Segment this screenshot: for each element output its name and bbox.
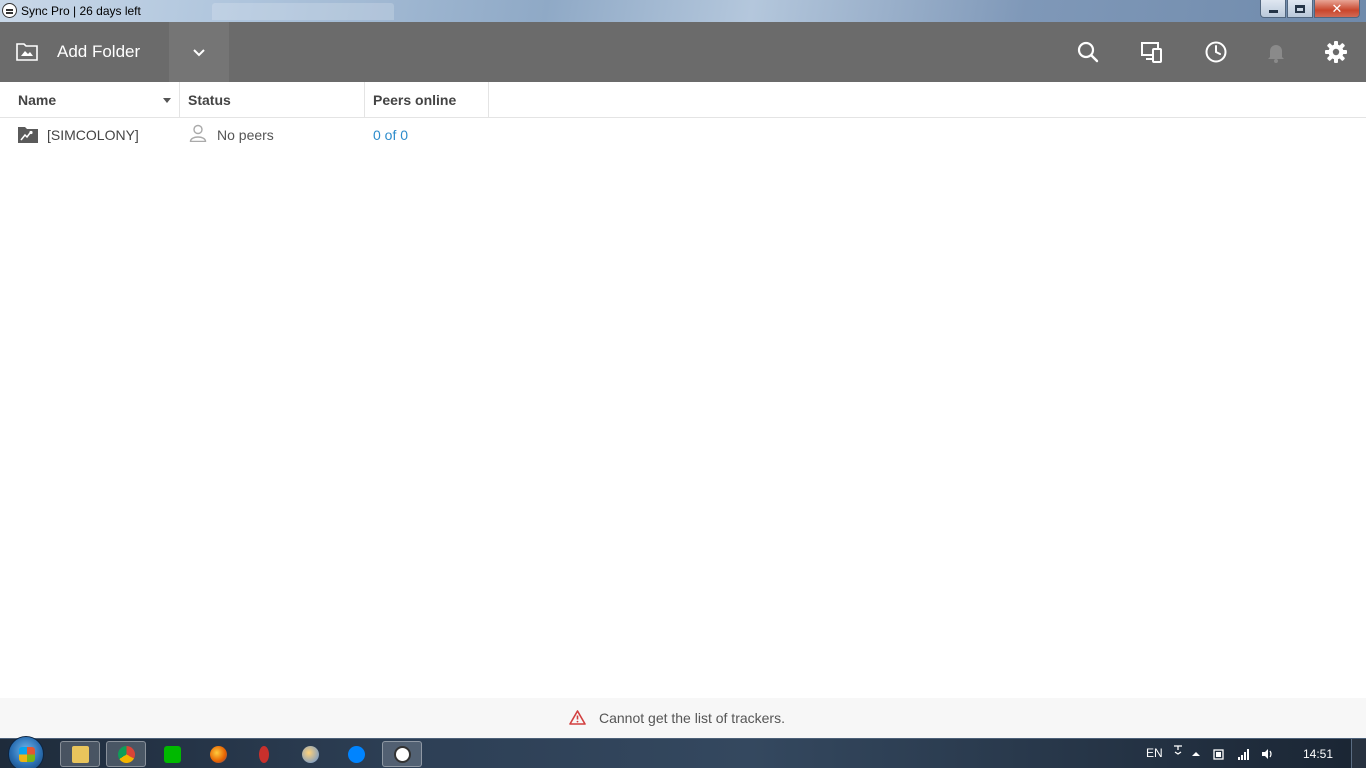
taskbar-chat-app[interactable] [152, 741, 192, 767]
firefox-icon [209, 745, 227, 763]
maximize-button[interactable] [1287, 0, 1313, 18]
column-header-name[interactable]: Name [0, 82, 180, 118]
chat-app-icon [163, 745, 181, 763]
window-title-bar: Sync Pro | 26 days left ✕ [0, 0, 1366, 22]
window-title: Sync Pro | 26 days left [21, 4, 141, 18]
taskbar-chrome[interactable] [106, 741, 146, 767]
settings-button[interactable] [1324, 40, 1348, 64]
show-desktop-button[interactable] [1351, 739, 1366, 768]
notifications-icon [1268, 45, 1284, 63]
show-hidden-icons-icon[interactable] [1190, 748, 1202, 760]
add-folder-label: Add Folder [57, 42, 141, 61]
close-icon: ✕ [1331, 0, 1343, 16]
folder-icon [18, 127, 38, 143]
devices-icon [1141, 42, 1162, 63]
os-taskbar: EN 14:51 [0, 736, 1366, 768]
taskbar-utility-app[interactable] [244, 741, 284, 767]
close-button[interactable]: ✕ [1314, 0, 1360, 18]
folder-name[interactable]: [SIMCOLONY] [47, 127, 139, 143]
battery-icon[interactable] [1213, 748, 1225, 760]
taskbar-sync-app[interactable] [382, 741, 422, 767]
folder-row[interactable]: [SIMCOLONY] No peers 0 of 0 [0, 118, 1366, 152]
warning-icon [569, 710, 586, 725]
sync-app-icon [393, 745, 411, 763]
column-header-status[interactable]: Status [180, 82, 365, 118]
keyboard-layout-icon[interactable] [1172, 743, 1184, 755]
search-icon [1077, 41, 1099, 63]
volume-icon[interactable] [1261, 748, 1273, 760]
messenger-icon [347, 745, 365, 763]
taskbar-messenger[interactable] [336, 741, 376, 767]
history-button[interactable] [1204, 40, 1228, 64]
sync-app-logo-icon [2, 3, 17, 18]
file-explorer-icon [71, 745, 89, 763]
status-message: Cannot get the list of trackers. [599, 710, 785, 726]
background-browser-tab [212, 3, 394, 20]
window-controls: ✕ [1259, 0, 1360, 18]
search-button[interactable] [1076, 40, 1100, 64]
minimize-button[interactable] [1260, 0, 1286, 18]
taskbar-browser-app[interactable] [290, 741, 330, 767]
folder-status: No peers [217, 127, 274, 143]
start-button[interactable] [8, 736, 44, 768]
folder-list-header: Name Status Peers online [0, 82, 1366, 118]
browser-app-icon [301, 745, 319, 763]
person-icon [189, 124, 207, 142]
add-folder-dropdown-button[interactable] [169, 22, 229, 82]
settings-icon [1325, 41, 1347, 63]
column-header-name-label: Name [18, 92, 57, 108]
notifications-button[interactable] [1264, 40, 1288, 64]
app-toolbar: Add Folder [0, 22, 1366, 82]
column-header-peers-label: Peers online [373, 92, 457, 108]
utility-app-icon [259, 745, 269, 763]
column-header-peers-online[interactable]: Peers online [365, 82, 489, 118]
folder-peers-online-link[interactable]: 0 of 0 [373, 127, 408, 143]
add-folder-icon [16, 43, 38, 61]
taskbar-file-explorer[interactable] [60, 741, 100, 767]
network-signal-icon[interactable] [1237, 748, 1249, 760]
input-language-indicator[interactable]: EN [1146, 746, 1163, 760]
status-bar: Cannot get the list of trackers. [0, 698, 1366, 738]
minimize-icon [1268, 10, 1278, 13]
sort-descending-icon [163, 98, 171, 103]
column-header-status-label: Status [188, 92, 231, 108]
history-icon [1205, 41, 1227, 63]
chrome-icon [117, 745, 135, 763]
chevron-down-icon [193, 48, 205, 56]
add-folder-button[interactable]: Add Folder [0, 22, 169, 82]
taskbar-clock[interactable]: 14:51 [1303, 747, 1333, 761]
taskbar-firefox[interactable] [198, 741, 238, 767]
maximize-icon [1295, 4, 1305, 13]
devices-button[interactable] [1140, 40, 1164, 64]
